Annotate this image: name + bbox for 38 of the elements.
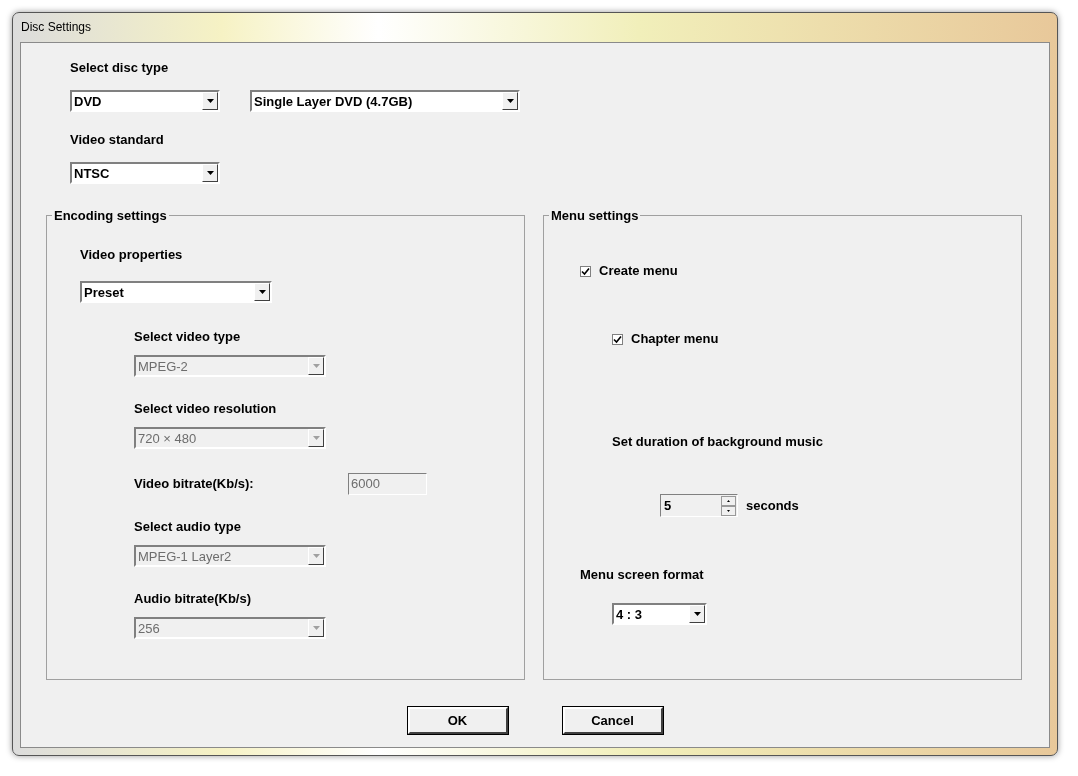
field-label: Video properties (80, 247, 184, 263)
checkmark-icon (613, 334, 622, 344)
dropdown-arrow-icon (312, 364, 320, 368)
dropdown[interactable]: 4 : 3 (612, 603, 707, 625)
dialog-button[interactable]: Cancel (562, 707, 663, 734)
field-label: Video standard (70, 132, 165, 148)
dropdown[interactable]: Single Layer DVD (4.7GB) (250, 90, 520, 112)
field-label: Video bitrate(Kb/s): (134, 476, 254, 492)
group-title: Menu settings (550, 208, 640, 223)
checkbox-label[interactable]: Chapter menu (631, 331, 719, 347)
dropdown-arrow-icon (312, 436, 320, 440)
field-label: Select audio type (134, 519, 242, 535)
dialog-button[interactable]: OK (407, 707, 508, 734)
dropdown[interactable]: Preset (80, 281, 272, 303)
field-label: Select video resolution (134, 401, 278, 417)
field-label: Set duration of background music (612, 434, 824, 450)
window-title: Disc Settings (20, 19, 93, 36)
dropdown-arrow-icon (506, 99, 514, 103)
field-label: Audio bitrate(Kb/s) (134, 591, 252, 607)
dropdown-arrow-icon (312, 554, 320, 558)
dropdown[interactable]: NTSC (70, 162, 220, 184)
dropdown[interactable]: DVD (70, 90, 220, 112)
number-spinner[interactable]: 5 (660, 494, 738, 517)
dropdown-arrow-icon (693, 612, 701, 616)
checkmark-icon (581, 266, 590, 276)
dropdown-arrow-icon (206, 99, 214, 103)
unit-label: seconds (746, 497, 799, 514)
field-label: Select video type (134, 329, 242, 345)
checkbox-label[interactable]: Create menu (599, 263, 678, 279)
field-label: Menu screen format (580, 567, 705, 583)
field-label: Select disc type (70, 60, 170, 76)
checkbox[interactable] (580, 265, 591, 277)
checkbox[interactable] (612, 333, 623, 345)
group-title: Encoding settings (53, 208, 168, 223)
dropdown-arrow-icon (312, 626, 320, 630)
spinner-arrows-icon (721, 495, 736, 516)
dropdown-arrow-icon (206, 171, 214, 175)
dropdown-arrow-icon (258, 290, 266, 294)
